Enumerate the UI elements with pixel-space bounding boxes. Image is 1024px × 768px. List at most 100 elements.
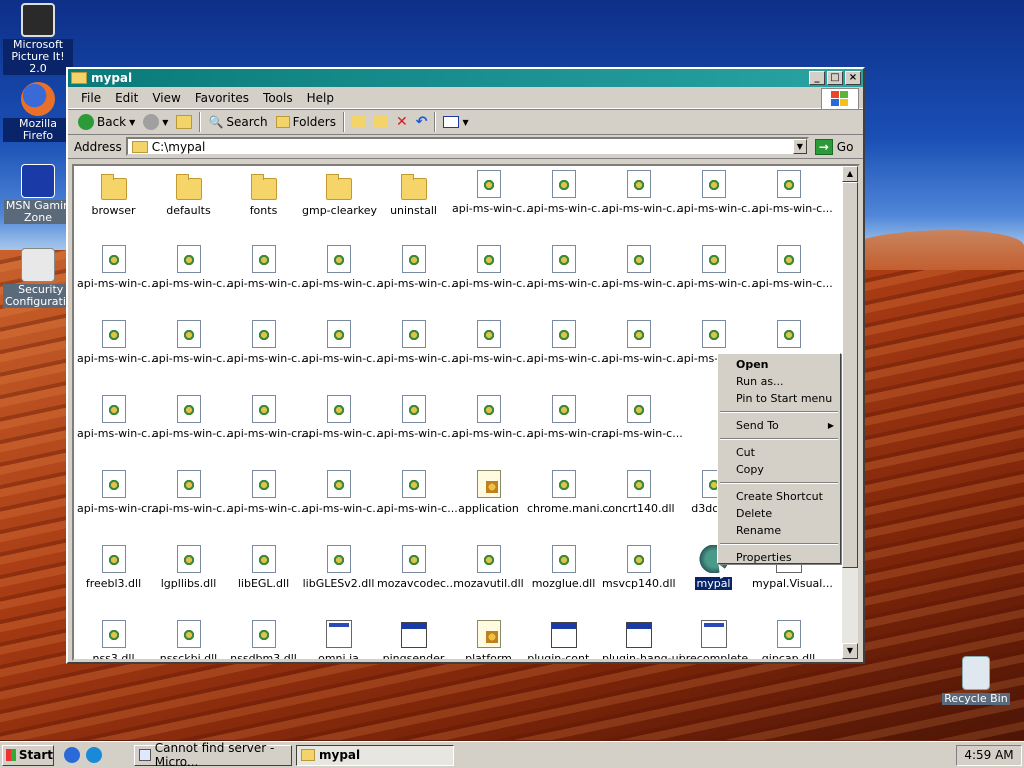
move-to-button[interactable] bbox=[348, 111, 370, 133]
file-item[interactable]: mozglue.dll bbox=[526, 545, 601, 590]
file-item[interactable]: api-ms-win-c... bbox=[451, 170, 533, 215]
file-item[interactable]: msvcp140.dll bbox=[601, 545, 676, 590]
file-item[interactable]: api-ms-win-c... bbox=[601, 170, 683, 215]
file-item[interactable]: application bbox=[451, 470, 526, 515]
file-item[interactable]: api-ms-win-c... bbox=[301, 470, 383, 515]
delete-button[interactable]: ✕ bbox=[392, 111, 412, 133]
file-item[interactable]: api-ms-win-c... bbox=[76, 245, 158, 290]
file-item[interactable]: api-ms-win-c... bbox=[301, 245, 383, 290]
menu-file[interactable]: File bbox=[74, 91, 108, 105]
file-item[interactable]: api-ms-win-c... bbox=[676, 170, 758, 215]
menu-view[interactable]: View bbox=[145, 91, 187, 105]
file-item[interactable]: api-ms-win-c... bbox=[226, 245, 308, 290]
file-item[interactable]: api-ms-win-cr... bbox=[526, 395, 611, 440]
forward-button[interactable]: ▼ bbox=[139, 111, 172, 133]
menu-item-cut[interactable]: Cut bbox=[718, 444, 840, 461]
file-item[interactable]: libEGL.dll bbox=[226, 545, 301, 590]
scroll-up-button[interactable]: ▲ bbox=[842, 166, 858, 182]
file-item[interactable]: plugin-cont... bbox=[526, 620, 601, 659]
folder-item[interactable]: defaults bbox=[151, 170, 226, 217]
file-item[interactable]: api-ms-win-c... bbox=[226, 320, 308, 365]
file-item[interactable]: api-ms-win-c... bbox=[451, 245, 533, 290]
folder-item[interactable]: browser bbox=[76, 170, 151, 217]
folder-item[interactable]: gmp-clearkey bbox=[301, 170, 377, 217]
file-item[interactable]: api-ms-win-cr... bbox=[76, 470, 161, 515]
views-button[interactable]: ▼ bbox=[439, 111, 472, 133]
file-item[interactable]: mozavcodec... bbox=[376, 545, 457, 590]
file-item[interactable]: concrt140.dll bbox=[601, 470, 676, 515]
file-item[interactable]: pingsender bbox=[376, 620, 451, 659]
close-button[interactable]: × bbox=[845, 71, 861, 85]
menu-item-rename[interactable]: Rename bbox=[718, 522, 840, 539]
search-button[interactable]: 🔍 Search bbox=[204, 111, 271, 133]
window-titlebar[interactable]: mypal _ □ × bbox=[68, 69, 863, 87]
file-item[interactable]: api-ms-win-c... bbox=[151, 245, 233, 290]
file-item[interactable]: api-ms-win-c... bbox=[376, 470, 458, 515]
scroll-down-button[interactable]: ▼ bbox=[842, 643, 858, 659]
menu-item-run-as[interactable]: Run as... bbox=[718, 373, 840, 390]
ie-alt-quicklaunch-icon[interactable] bbox=[86, 747, 102, 763]
file-item[interactable]: api-ms-win-c... bbox=[601, 245, 683, 290]
menu-item-pin-to-start[interactable]: Pin to Start menu bbox=[718, 390, 840, 407]
file-item[interactable]: omni.ja bbox=[301, 620, 376, 659]
menu-edit[interactable]: Edit bbox=[108, 91, 145, 105]
menu-tools[interactable]: Tools bbox=[256, 91, 300, 105]
file-item[interactable]: api-ms-win-c... bbox=[526, 245, 608, 290]
up-folder-button[interactable] bbox=[172, 111, 196, 133]
desktop-icon-picture-it[interactable]: Microsoft Picture It! 2.0 bbox=[3, 3, 73, 75]
folder-item[interactable]: fonts bbox=[226, 170, 301, 217]
desktop-icon-security-config[interactable]: Security Configurati... bbox=[3, 248, 79, 308]
desktop-icon-recycle-bin[interactable]: Recycle Bin bbox=[940, 656, 1012, 705]
folders-button[interactable]: Folders bbox=[272, 111, 340, 133]
address-dropdown-button[interactable]: ▼ bbox=[792, 139, 807, 154]
file-item[interactable]: mozavutil.dll bbox=[451, 545, 526, 590]
file-item[interactable]: api-ms-win-cr... bbox=[226, 395, 311, 440]
file-item[interactable]: platform bbox=[451, 620, 526, 659]
scroll-thumb[interactable] bbox=[842, 182, 858, 568]
file-item[interactable]: api-ms-win-c... bbox=[451, 320, 533, 365]
file-item[interactable]: chrome.mani... bbox=[526, 470, 610, 515]
file-item[interactable]: qipcap.dll bbox=[751, 620, 826, 659]
file-item[interactable]: api-ms-win-c... bbox=[376, 245, 458, 290]
file-item[interactable]: api-ms-win-c... bbox=[526, 170, 608, 215]
go-button[interactable]: → Go bbox=[814, 138, 853, 155]
file-item[interactable]: api-ms-win-c... bbox=[526, 320, 608, 365]
file-item[interactable]: api-ms-win-c... bbox=[601, 395, 683, 440]
menu-help[interactable]: Help bbox=[300, 91, 341, 105]
file-item[interactable]: nss3.dll bbox=[76, 620, 151, 659]
menu-item-properties[interactable]: Properties bbox=[718, 549, 840, 566]
maximize-button[interactable]: □ bbox=[827, 71, 843, 85]
address-input[interactable]: C:\mypal ▼ bbox=[125, 137, 809, 156]
taskbar-button-ie[interactable]: Cannot find server - Micro... bbox=[134, 741, 292, 768]
file-item[interactable]: api-ms-win-c... bbox=[451, 395, 533, 440]
file-item[interactable]: plugin-hang-ui bbox=[601, 620, 682, 659]
undo-button[interactable]: ↶ bbox=[412, 111, 432, 133]
menu-item-delete[interactable]: Delete bbox=[718, 505, 840, 522]
file-item[interactable]: api-ms-win-c... bbox=[151, 395, 233, 440]
menu-item-send-to[interactable]: Send To ▶ bbox=[718, 417, 840, 434]
file-item[interactable]: api-ms-win-c... bbox=[226, 470, 308, 515]
menu-item-copy[interactable]: Copy bbox=[718, 461, 840, 478]
file-item[interactable]: nssdbm3.dll bbox=[226, 620, 301, 659]
file-item[interactable]: api-ms-win-c... bbox=[76, 395, 158, 440]
file-item[interactable]: api-ms-win-c... bbox=[76, 320, 158, 365]
taskbar-button-mypal[interactable]: mypal bbox=[296, 744, 454, 766]
file-item[interactable]: api-ms-win-c... bbox=[376, 320, 458, 365]
file-item[interactable]: api-ms-win-c... bbox=[751, 170, 833, 215]
start-button[interactable]: Start bbox=[2, 744, 54, 766]
ie-quicklaunch-icon[interactable] bbox=[64, 747, 80, 763]
file-item[interactable]: api-ms-win-c... bbox=[376, 395, 458, 440]
vertical-scrollbar[interactable]: ▲ ▼ bbox=[842, 166, 858, 659]
file-item[interactable]: libGLESv2.dll bbox=[301, 545, 376, 590]
menu-item-create-shortcut[interactable]: Create Shortcut bbox=[718, 488, 840, 505]
file-item[interactable]: freebl3.dll bbox=[76, 545, 151, 590]
file-item[interactable]: api-ms-win-c... bbox=[676, 245, 758, 290]
copy-to-button[interactable] bbox=[370, 111, 392, 133]
file-item[interactable]: precomplete bbox=[676, 620, 751, 659]
file-item[interactable]: api-ms-win-c... bbox=[151, 320, 233, 365]
file-item[interactable]: api-ms-win-c... bbox=[751, 245, 833, 290]
file-item[interactable]: api-ms-win-c... bbox=[151, 470, 233, 515]
file-item[interactable]: api-ms-win-c... bbox=[301, 320, 383, 365]
file-item[interactable]: api-ms-win-c... bbox=[601, 320, 683, 365]
folder-item[interactable]: uninstall bbox=[376, 170, 451, 217]
